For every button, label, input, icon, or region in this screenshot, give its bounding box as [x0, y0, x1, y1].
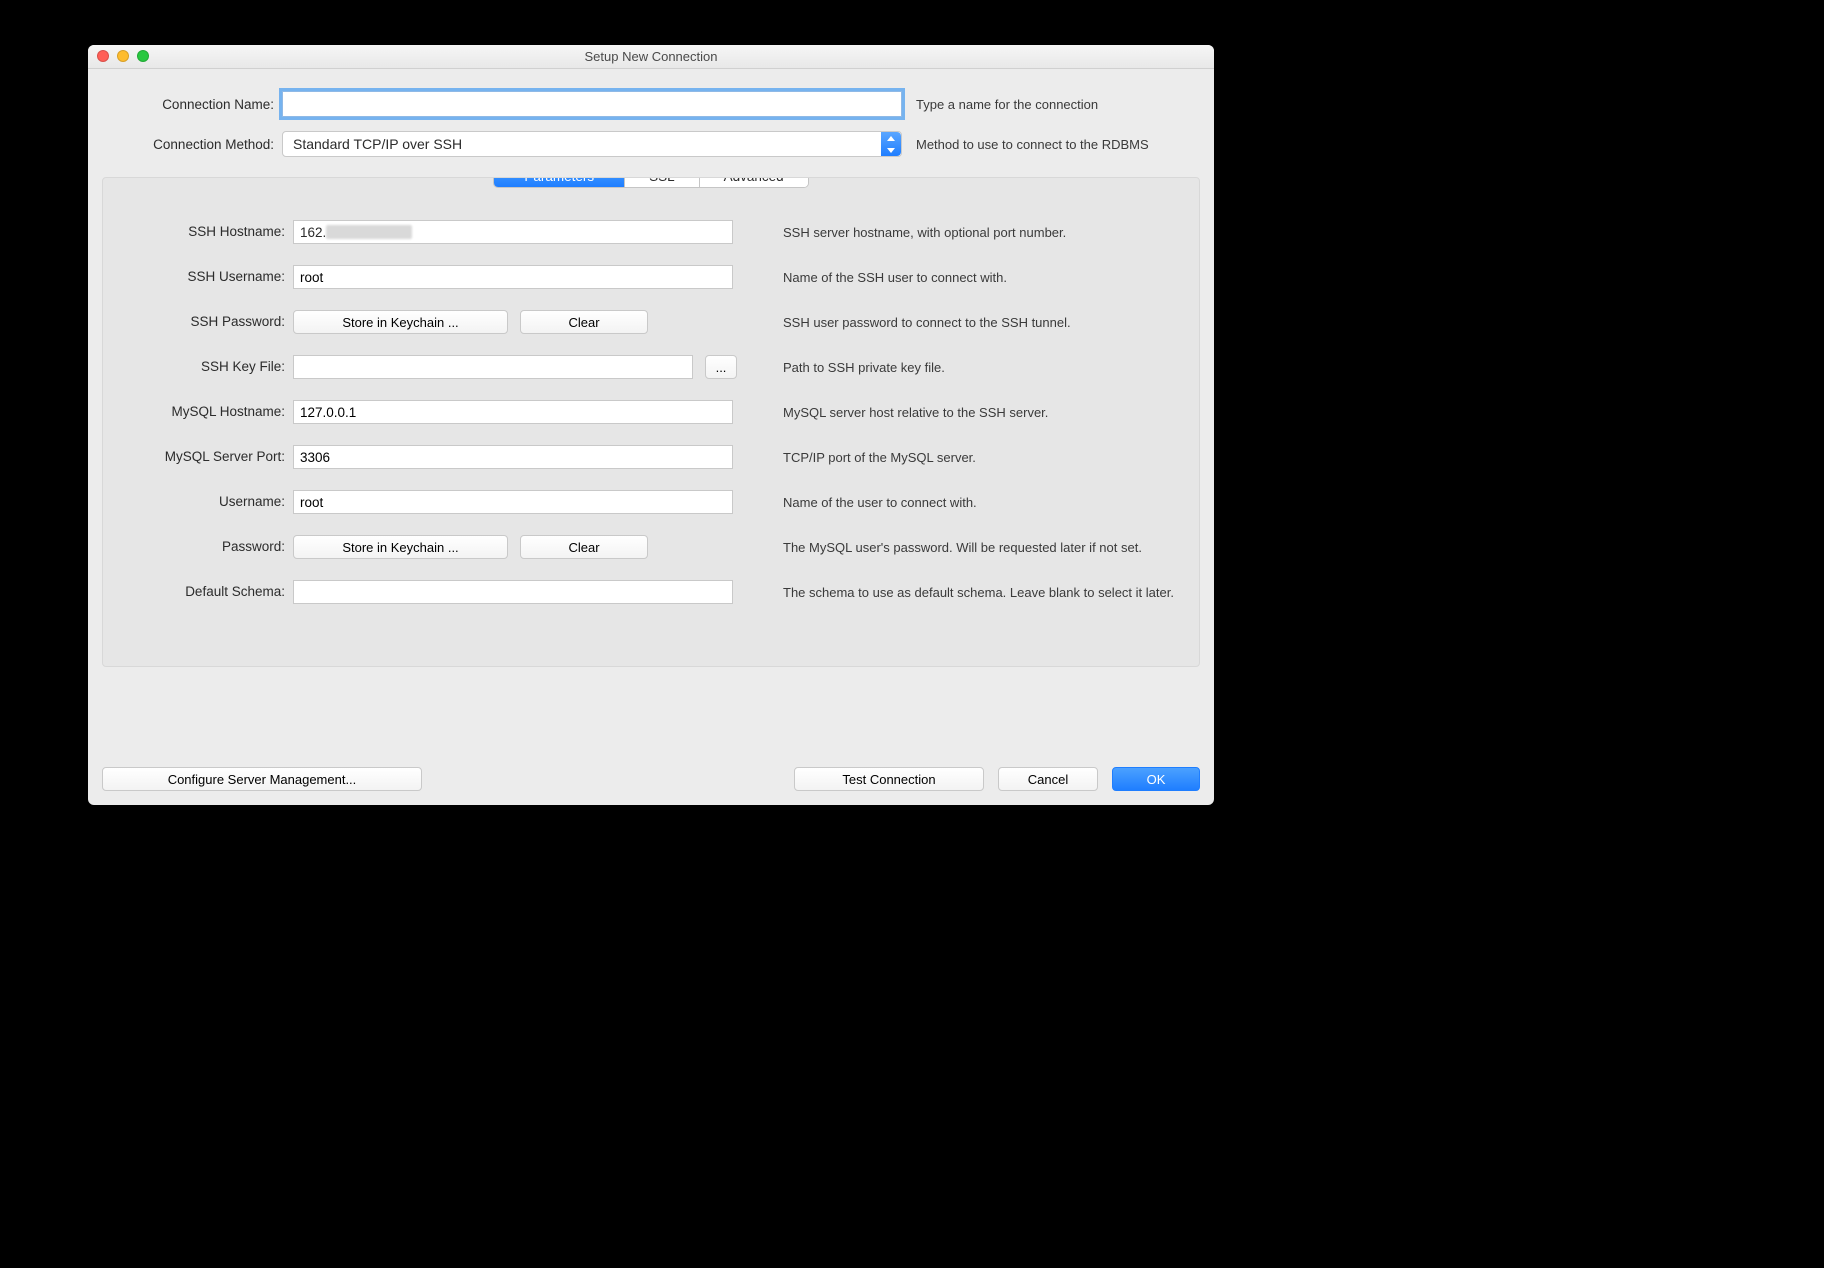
connection-header: Connection Name: Type a name for the con… [88, 69, 1214, 177]
ssh-hostname-value-prefix: 162. [300, 225, 326, 240]
configure-server-button[interactable]: Configure Server Management... [102, 767, 422, 791]
ssh-username-input[interactable] [293, 265, 733, 289]
username-label: Username: [117, 490, 293, 509]
mysql-hostname-input[interactable] [293, 400, 733, 424]
mysql-hostname-hint: MySQL server host relative to the SSH se… [763, 400, 1185, 422]
mysql-port-hint: TCP/IP port of the MySQL server. [763, 445, 1185, 467]
window-title: Setup New Connection [585, 49, 718, 64]
username-hint: Name of the user to connect with. [763, 490, 1185, 512]
tab-ssl[interactable]: SSL [625, 177, 700, 187]
titlebar: Setup New Connection [88, 45, 1214, 69]
tab-advanced[interactable]: Advanced [700, 177, 808, 187]
tab-parameters[interactable]: Parameters [494, 177, 625, 187]
setup-connection-window: Setup New Connection Connection Name: Ty… [88, 45, 1214, 805]
parameters-panel: Parameters SSL Advanced SSH Hostname: 16… [102, 177, 1200, 667]
ssh-hostname-redacted [326, 225, 412, 239]
cancel-button[interactable]: Cancel [998, 767, 1098, 791]
test-connection-button[interactable]: Test Connection [794, 767, 984, 791]
close-icon[interactable] [97, 50, 109, 62]
ssh-keyfile-hint: Path to SSH private key file. [763, 355, 1185, 377]
ssh-password-clear-button[interactable]: Clear [520, 310, 648, 334]
ssh-password-hint: SSH user password to connect to the SSH … [763, 310, 1185, 332]
ssh-password-label: SSH Password: [117, 310, 293, 329]
default-schema-input[interactable] [293, 580, 733, 604]
ssh-keyfile-label: SSH Key File: [117, 355, 293, 374]
connection-name-hint: Type a name for the connection [902, 97, 1196, 112]
connection-method-select[interactable]: Standard TCP/IP over SSH [282, 131, 902, 157]
ssh-username-hint: Name of the SSH user to connect with. [763, 265, 1185, 287]
ssh-username-label: SSH Username: [117, 265, 293, 284]
default-schema-hint: The schema to use as default schema. Lea… [763, 580, 1185, 602]
ssh-keyfile-input[interactable] [293, 355, 693, 379]
ssh-hostname-label: SSH Hostname: [117, 220, 293, 239]
ssh-keyfile-browse-button[interactable]: ... [705, 355, 737, 379]
connection-name-label: Connection Name: [106, 97, 282, 112]
window-controls [97, 50, 149, 62]
ssh-hostname-hint: SSH server hostname, with optional port … [763, 220, 1185, 242]
footer: Configure Server Management... Test Conn… [102, 767, 1200, 791]
ssh-password-store-button[interactable]: Store in Keychain ... [293, 310, 508, 334]
mysql-port-input[interactable] [293, 445, 733, 469]
username-input[interactable] [293, 490, 733, 514]
default-schema-label: Default Schema: [117, 580, 293, 599]
password-clear-button[interactable]: Clear [520, 535, 648, 559]
zoom-icon[interactable] [137, 50, 149, 62]
connection-method-value: Standard TCP/IP over SSH [282, 131, 902, 157]
connection-method-hint: Method to use to connect to the RDBMS [902, 137, 1196, 152]
password-hint: The MySQL user's password. Will be reque… [763, 535, 1185, 557]
mysql-hostname-label: MySQL Hostname: [117, 400, 293, 419]
ok-button[interactable]: OK [1112, 767, 1200, 791]
tab-group: Parameters SSL Advanced [493, 177, 808, 188]
minimize-icon[interactable] [117, 50, 129, 62]
password-label: Password: [117, 535, 293, 554]
mysql-port-label: MySQL Server Port: [117, 445, 293, 464]
ssh-hostname-input[interactable]: 162. [293, 220, 733, 244]
connection-method-label: Connection Method: [106, 137, 282, 152]
select-stepper-icon[interactable] [881, 132, 901, 156]
connection-name-input[interactable] [282, 91, 902, 117]
password-store-button[interactable]: Store in Keychain ... [293, 535, 508, 559]
